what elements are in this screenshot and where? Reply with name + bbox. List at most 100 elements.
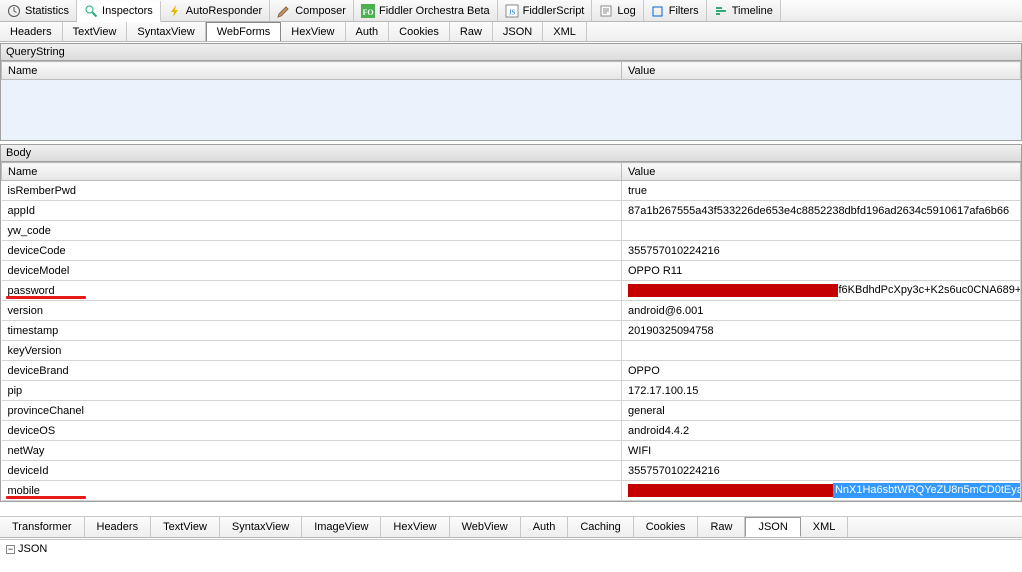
top-tab-inspectors[interactable]: Inspectors [77,1,161,22]
row-value[interactable]: 355757010224216 [622,241,1021,261]
body-value-header[interactable]: Value [622,163,1021,181]
row-value[interactable]: OPPO [622,361,1021,381]
row-name[interactable]: provinceChanel [2,401,622,421]
row-value[interactable] [622,341,1021,361]
querystring-empty-area[interactable] [1,80,1021,140]
row-value[interactable]: Kua29xrD6PDTmKw7EkSs2nDvn0wBO0Ef6KBdhdPc… [622,281,1021,301]
table-row[interactable]: pip 172.17.100.15 [2,381,1021,401]
table-row[interactable]: yw_code [2,221,1021,241]
row-name[interactable]: deviceCode [2,241,622,261]
table-row[interactable]: deviceOSandroid4.4.2 [2,421,1021,441]
row-name[interactable]: pip [2,381,622,401]
json-tree[interactable]: − JSON [0,539,1022,572]
row-name[interactable]: mobile [2,481,622,501]
request-tab-auth[interactable]: Auth [346,22,390,41]
request-tab-raw[interactable]: Raw [450,22,493,41]
top-tab-log[interactable]: Log [592,0,643,21]
js-icon: JS [505,4,519,18]
row-name[interactable]: deviceBrand [2,361,622,381]
table-row[interactable]: appId 87a1b267555a43f533226de653e4c885223… [2,201,1021,221]
table-row[interactable]: deviceId355757010224216 [2,461,1021,481]
response-subtabs: TransformerHeadersTextViewSyntaxViewImag… [0,516,1022,538]
row-name-text: isRemberPwd [8,185,76,197]
response-tab-auth[interactable]: Auth [521,517,569,537]
top-tab-fiddlerscript[interactable]: JS FiddlerScript [498,0,593,21]
request-tab-json[interactable]: JSON [493,22,543,41]
row-value[interactable]: 20190325094758 [622,321,1021,341]
response-tab-hexview[interactable]: HexView [381,517,449,537]
querystring-value-header[interactable]: Value [622,62,1021,80]
table-row[interactable]: provinceChanelgeneral [2,401,1021,421]
row-value[interactable]: 172.17.100.15 [622,381,1021,401]
row-name[interactable]: netWay [2,441,622,461]
response-tab-raw[interactable]: Raw [698,517,745,537]
response-tab-xml[interactable]: XML [801,517,849,537]
row-value[interactable]: OPPO R11 [622,261,1021,281]
row-value[interactable]: android4.4.2 [622,421,1021,441]
querystring-name-header[interactable]: Name [2,62,622,80]
table-row[interactable]: deviceModelOPPO R11 [2,261,1021,281]
table-row[interactable]: deviceCode355757010224216 [2,241,1021,261]
row-name[interactable]: deviceId [2,461,622,481]
tree-root-label[interactable]: JSON [18,543,47,555]
response-tab-cookies[interactable]: Cookies [634,517,699,537]
row-name[interactable]: password [2,281,622,301]
row-name[interactable]: deviceOS [2,421,622,441]
row-value[interactable] [622,221,1021,241]
row-name[interactable]: timestamp [2,321,622,341]
tab-label: FiddlerScript [523,5,585,17]
request-tab-cookies[interactable]: Cookies [389,22,450,41]
request-tab-headers[interactable]: Headers [0,22,63,41]
table-row[interactable]: passwordKua29xrD6PDTmKw7EkSs2nDvn0wBO0Ef… [2,281,1021,301]
table-row[interactable]: mobile4eMlFkC00xxxxxxxxxxxxxxxxiL0YWYPkq… [2,481,1021,501]
fo-icon: FO [361,4,375,18]
table-row[interactable]: deviceBrandOPPO [2,361,1021,381]
table-row[interactable]: keyVersion [2,341,1021,361]
tab-label: Statistics [25,5,69,17]
row-name[interactable]: appId [2,201,622,221]
row-name[interactable]: deviceModel [2,261,622,281]
tree-collapse-icon[interactable]: − [6,545,15,554]
table-row[interactable]: timestamp20190325094758 [2,321,1021,341]
row-name[interactable]: version [2,301,622,321]
response-tab-json[interactable]: JSON [745,517,800,537]
top-tab-autoresponder[interactable]: AutoResponder [161,0,270,21]
row-value[interactable]: 355757010224216 [622,461,1021,481]
body-name-header[interactable]: Name [2,163,622,181]
row-value[interactable]: android@6.001 [622,301,1021,321]
row-value[interactable]: general [622,401,1021,421]
table-row[interactable]: isRemberPwd true [2,181,1021,201]
request-tab-textview[interactable]: TextView [63,22,128,41]
row-name[interactable]: yw_code [2,221,622,241]
response-tab-imageview[interactable]: ImageView [302,517,381,537]
response-tab-webview[interactable]: WebView [450,517,521,537]
row-name[interactable]: isRemberPwd [2,181,622,201]
request-tab-hexview[interactable]: HexView [281,22,345,41]
row-value[interactable]: true [622,181,1021,201]
table-row[interactable]: versionandroid@6.001 [2,301,1021,321]
top-tab-statistics[interactable]: Statistics [0,0,77,21]
response-tab-headers[interactable]: Headers [85,517,152,537]
response-tab-textview[interactable]: TextView [151,517,220,537]
row-name[interactable]: keyVersion [2,341,622,361]
top-tab-timeline[interactable]: Timeline [707,0,781,21]
row-value-text: 87a1b267555a43f533226de653e4c8852238dbfd… [628,205,1009,217]
response-tab-caching[interactable]: Caching [568,517,633,537]
top-tab-filters[interactable]: Filters [644,0,707,21]
response-tab-transformer[interactable]: Transformer [0,517,85,537]
request-tab-xml[interactable]: XML [543,22,587,41]
request-tab-syntaxview[interactable]: SyntaxView [127,22,205,41]
response-tab-syntaxview[interactable]: SyntaxView [220,517,302,537]
row-value[interactable]: 4eMlFkC00xxxxxxxxxxxxxxxxiL0YWYPkqNnX1Ha… [622,481,1021,501]
table-row[interactable]: netWay WIFI [2,441,1021,461]
row-value[interactable]: 87a1b267555a43f533226de653e4c8852238dbfd… [622,201,1021,221]
row-value-text: WIFI [628,445,651,457]
row-value[interactable]: WIFI [622,441,1021,461]
row-name-text: netWay [8,445,45,457]
top-tab-fiddler-orchestra-beta[interactable]: FOFiddler Orchestra Beta [354,0,498,21]
body-table: Name Value isRemberPwd trueappId 87a1b2675… [1,162,1021,501]
row-value-text: 172.17.100.15 [628,385,698,397]
request-tab-webforms[interactable]: WebForms [206,22,282,41]
timeline-icon [714,4,728,18]
top-tab-composer[interactable]: Composer [270,0,354,21]
